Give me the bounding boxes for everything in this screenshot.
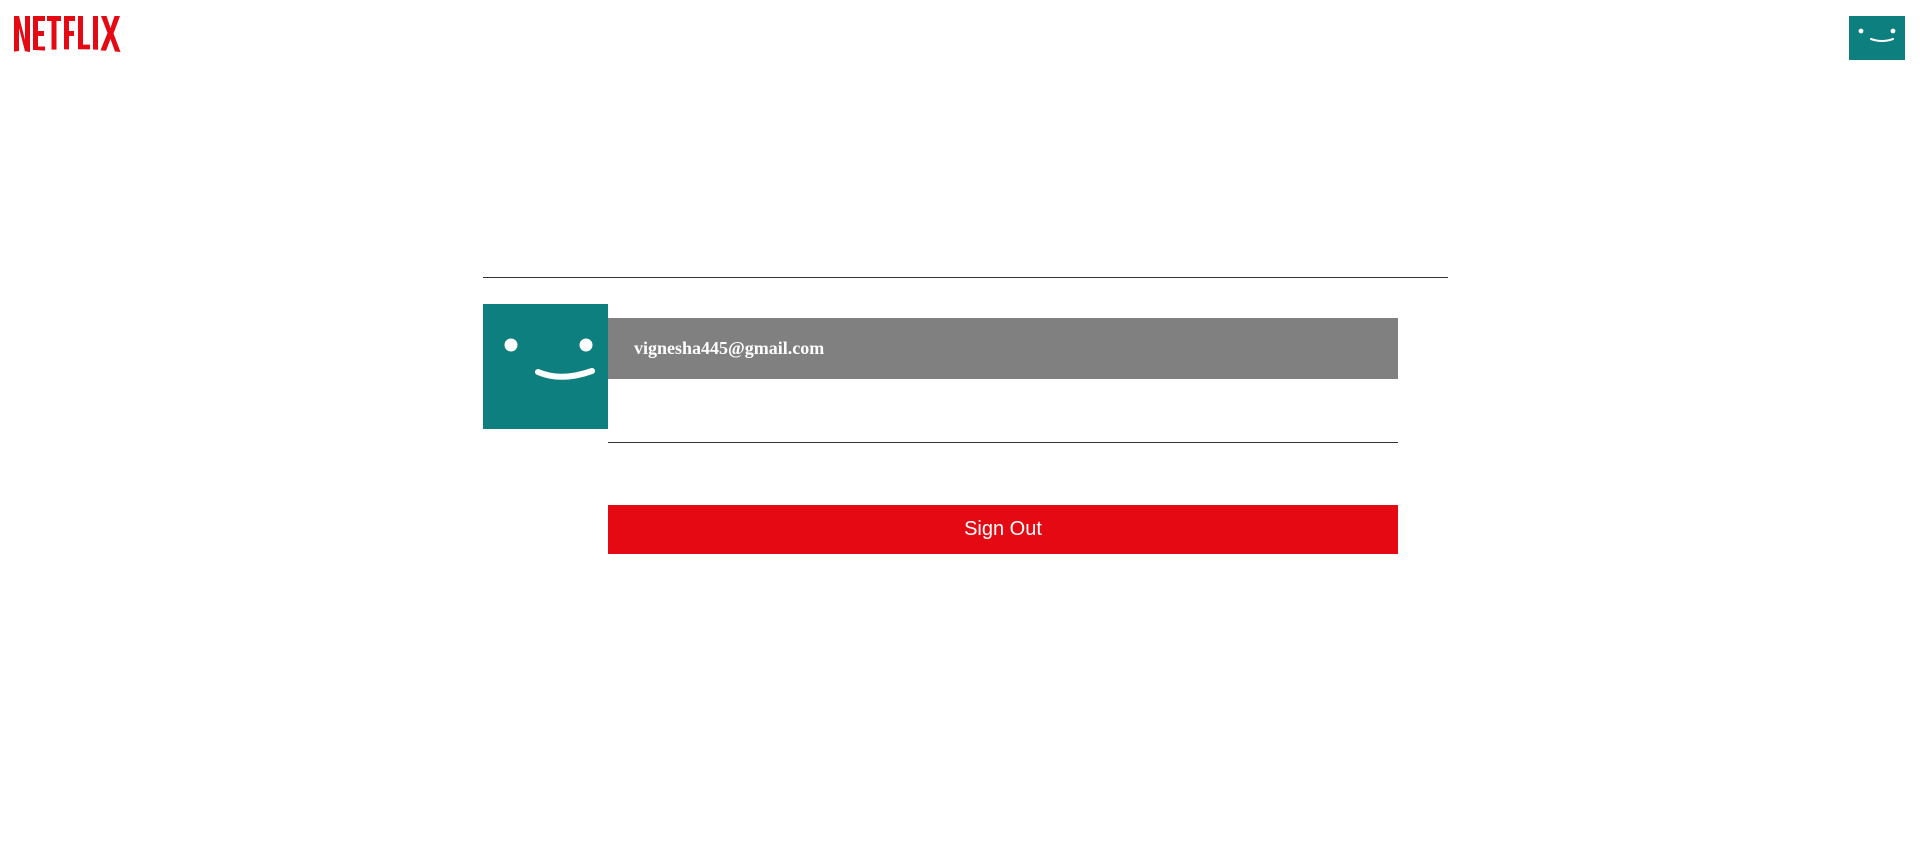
sign-out-button[interactable]: Sign Out <box>608 505 1398 554</box>
smiley-face-icon <box>1849 16 1905 60</box>
top-divider <box>483 277 1448 278</box>
smiley-face-icon <box>483 304 608 429</box>
account-email: vignesha445@gmail.com <box>634 338 825 358</box>
header-profile-avatar[interactable] <box>1849 16 1905 60</box>
bottom-divider <box>608 442 1398 443</box>
account-email-bar: vignesha445@gmail.com <box>608 318 1398 379</box>
profile-avatar <box>483 304 608 429</box>
page: vignesha445@gmail.com Sign Out <box>0 0 1920 866</box>
netflix-logo-icon <box>14 16 121 52</box>
netflix-logo[interactable] <box>14 14 150 54</box>
